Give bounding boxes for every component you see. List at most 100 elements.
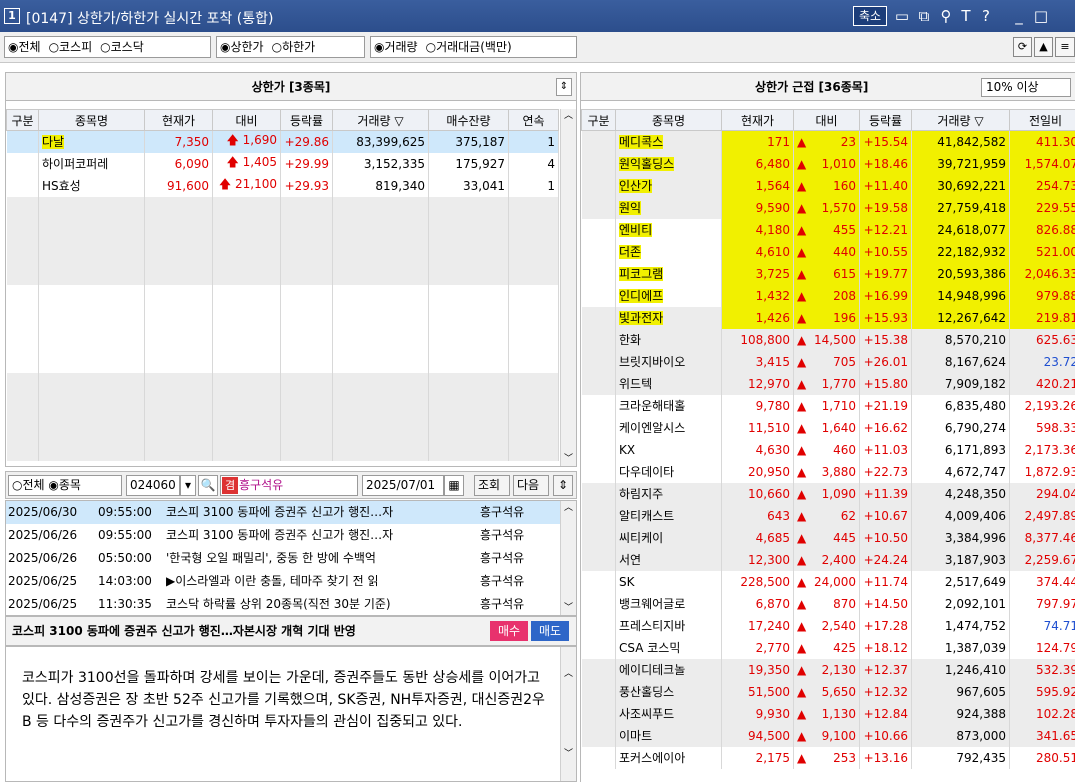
table-row[interactable] — [6, 416, 559, 439]
calendar-icon[interactable]: ▦ — [444, 475, 464, 496]
radio-kospi[interactable]: ○코스피 — [49, 40, 93, 54]
news-scroll-down-icon[interactable]: ﹀ — [561, 601, 576, 615]
table-row[interactable] — [6, 240, 559, 263]
date-input[interactable]: 2025/07/01 — [362, 475, 444, 496]
table-row[interactable]: 하이퍼코퍼레 6,090 🡅 1,405 +29.99 3,152,335 175,927… — [6, 152, 559, 175]
stock-name[interactable]: 다우데이타 — [619, 465, 674, 479]
column-header[interactable]: 연속 — [508, 109, 559, 131]
table-row[interactable]: SK 228,500 ▲ 24,000 +11.74 2,517,649 374.44 — [581, 570, 1075, 593]
shrink-button[interactable]: 축소 — [853, 6, 888, 26]
buy-button[interactable]: 매수 — [490, 621, 528, 641]
stock-name[interactable]: 프레스티지바 — [619, 619, 685, 633]
table-row[interactable] — [6, 328, 559, 351]
column-header[interactable]: 등락률 — [280, 109, 333, 131]
table-row[interactable]: 원익 9,590 ▲ 1,570 +19.58 27,759,418 229.55 — [581, 196, 1075, 219]
column-header[interactable]: 구분 — [581, 109, 616, 131]
stock-name[interactable]: 원익 — [619, 201, 642, 215]
stock-name[interactable]: 에이디테크놀 — [619, 663, 685, 677]
table-row[interactable]: 더존 4,610 ▲ 440 +10.55 22,182,932 521.00 — [581, 240, 1075, 263]
table-row[interactable]: 브릿지바이오 3,415 ▲ 705 +26.01 8,167,624 23.72 — [581, 350, 1075, 373]
table-row[interactable]: 케이엔알시스 11,510 ▲ 1,640 +16.62 6,790,274 598.33 — [581, 416, 1075, 439]
column-header[interactable]: 등락률 — [859, 109, 912, 131]
stock-name[interactable]: 크라운해태홀 — [619, 399, 685, 413]
limit-radio-group[interactable]: ◉상한가 ○하한가 — [216, 36, 365, 58]
stock-name[interactable]: KX — [619, 443, 635, 457]
table-row[interactable]: 하림지주 10,660 ▲ 1,090 +11.39 4,248,350 294.04 — [581, 482, 1075, 505]
minimize-icon[interactable]: _ — [1010, 6, 1028, 26]
column-header[interactable]: 현재가 — [721, 109, 794, 131]
upper-limit-scrollbar[interactable]: ︿ ﹀ — [560, 109, 576, 466]
table-row[interactable] — [6, 394, 559, 417]
table-row[interactable]: 빛과전자 1,426 ▲ 196 +15.93 12,267,642 219.81 — [581, 306, 1075, 329]
more-icon[interactable]: ≡ — [1055, 37, 1075, 57]
stock-name[interactable]: 빛과전자 — [619, 311, 664, 325]
table-row[interactable]: HS효성 91,600 🡅 21,100 +29.93 819,340 33,041 1 — [6, 174, 559, 197]
stock-name[interactable]: 이마트 — [619, 729, 652, 743]
expand-toggle-icon[interactable]: ⇕ — [553, 475, 573, 496]
table-row[interactable] — [6, 372, 559, 395]
radio-volume[interactable]: ◉거래량 — [374, 40, 418, 54]
help-icon[interactable]: ? — [977, 6, 995, 26]
table-row[interactable]: 알티캐스트 643 ▲ 62 +10.67 4,009,406 2,497.89 — [581, 504, 1075, 527]
table-row[interactable]: 엔비티 4,180 ▲ 455 +12.21 24,618,077 826.88 — [581, 218, 1075, 241]
table-row[interactable]: 한화 108,800 ▲ 14,500 +15.38 8,570,210 625.63 — [581, 328, 1075, 351]
table-row[interactable]: 씨티케이 4,685 ▲ 445 +10.50 3,384,996 8,377.46 — [581, 526, 1075, 549]
table-row[interactable]: CSA 코스믹 2,770 ▲ 425 +18.12 1,387,039 124.79 — [581, 636, 1075, 659]
news-scrollbar[interactable]: ︿ ﹀ — [560, 501, 576, 615]
table-row[interactable]: 포커스에이아 2,175 ▲ 253 +13.16 792,435 280.51 — [581, 746, 1075, 769]
column-header[interactable]: 종목명 — [38, 109, 145, 131]
news-row[interactable]: 2025/06/25 11:30:35 코스닥 하락률 상위 20종목(직전 30분… — [6, 593, 576, 615]
radio-all[interactable]: ◉전체 — [8, 40, 41, 54]
article-scrollbar[interactable]: ︿ ﹀ — [560, 647, 576, 781]
table-row[interactable]: 이마트 94,500 ▲ 9,100 +10.66 873,000 341.65 — [581, 724, 1075, 747]
column-header[interactable]: 거래량 ▽ — [332, 109, 429, 131]
stock-name[interactable]: 피코그램 — [619, 267, 664, 281]
news-scope-radio[interactable]: ○전체 ◉종목 — [8, 475, 122, 496]
table-row[interactable]: 다우데이타 20,950 ▲ 3,880 +22.73 4,672,747 1,872.93 — [581, 460, 1075, 483]
stock-name[interactable]: 인산가 — [619, 179, 653, 193]
table-row[interactable]: 피코그램 3,725 ▲ 615 +19.77 20,593,386 2,046.33 — [581, 262, 1075, 285]
column-header[interactable]: 현재가 — [144, 109, 213, 131]
stock-name[interactable]: 인디에프 — [619, 289, 664, 303]
scroll-up-icon[interactable]: ▲ — [1034, 37, 1053, 57]
table-row[interactable] — [6, 262, 559, 285]
table-row[interactable]: 풍산홀딩스 51,500 ▲ 5,650 +12.32 967,605 595.92 — [581, 680, 1075, 703]
refresh-icon[interactable]: ⟳ — [1013, 37, 1032, 57]
column-header[interactable]: 종목명 — [615, 109, 722, 131]
stock-name[interactable]: 포커스에이아 — [619, 751, 685, 765]
news-row[interactable]: 2025/06/30 09:55:00 코스피 3100 동파에 증권주 신고가 행… — [6, 501, 576, 524]
sort-toggle-icon[interactable]: ⇕ — [556, 78, 572, 96]
column-header[interactable]: 매수잔량 — [428, 109, 509, 131]
stock-code-input[interactable]: 024060 — [126, 475, 180, 496]
next-button[interactable]: 다음 — [513, 475, 549, 496]
stock-name[interactable]: 더존 — [619, 245, 642, 259]
table-row[interactable] — [6, 218, 559, 241]
code-dropdown-icon[interactable]: ▾ — [180, 475, 196, 496]
table-row[interactable]: 위드텍 12,970 ▲ 1,770 +15.80 7,909,182 420.21 — [581, 372, 1075, 395]
stock-name[interactable]: SK — [619, 575, 635, 589]
stock-name[interactable]: 뱅크웨어글로 — [619, 597, 685, 611]
table-row[interactable]: 뱅크웨어글로 6,870 ▲ 870 +14.50 2,092,101 797.97 — [581, 592, 1075, 615]
market-radio-group[interactable]: ◉전체 ○코스피 ○코스닥 — [4, 36, 211, 58]
stock-name[interactable]: CSA 코스믹 — [619, 641, 680, 655]
stock-name-field[interactable]: 겸 흥구석유 — [220, 475, 358, 496]
scroll-down-arrow-icon[interactable]: ﹀ — [561, 452, 576, 466]
table-row[interactable]: KX 4,630 ▲ 460 +11.03 6,171,893 2,173.36 — [581, 438, 1075, 461]
stock-name[interactable]: 풍산홀딩스 — [619, 685, 674, 699]
news-row[interactable]: 2025/06/26 05:50:00 '한국형 오일 패밀리', 중동 한 방에 … — [6, 547, 576, 570]
stock-name[interactable]: 한화 — [619, 333, 641, 347]
scroll-up-arrow-icon[interactable]: ︿ — [561, 109, 576, 123]
article-scroll-up-icon[interactable]: ︿ — [561, 667, 576, 681]
table-row[interactable] — [6, 284, 559, 307]
table-row[interactable]: 에이디테크놀 19,350 ▲ 2,130 +12.37 1,246,410 532.39 — [581, 658, 1075, 681]
stock-name[interactable]: 알티캐스트 — [619, 509, 674, 523]
table-row[interactable] — [6, 438, 559, 461]
table-row[interactable]: 크라운해태홀 9,780 ▲ 1,710 +21.19 6,835,480 2,193.26 — [581, 394, 1075, 417]
stock-name[interactable]: 원익홀딩스 — [619, 157, 675, 171]
threshold-select[interactable]: 10% 이상 — [981, 78, 1071, 97]
radio-lower-limit[interactable]: ○하한가 — [272, 40, 316, 54]
radio-upper-limit[interactable]: ◉상한가 — [220, 40, 264, 54]
stock-name[interactable]: 하림지주 — [619, 487, 663, 501]
table-row[interactable]: 사조씨푸드 9,930 ▲ 1,130 +12.84 924,388 102.28 — [581, 702, 1075, 725]
table-row[interactable]: 원익홀딩스 6,480 ▲ 1,010 +18.46 39,721,959 1,574.07 — [581, 152, 1075, 175]
